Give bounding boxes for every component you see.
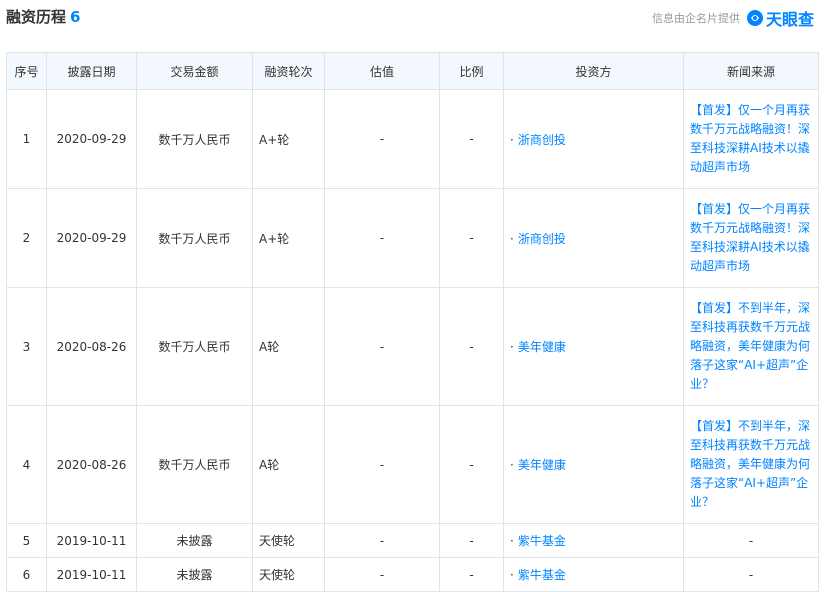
col-header-no: 序号 xyxy=(6,52,47,90)
cell-amount: 数千万人民币 xyxy=(136,405,253,524)
section-title: 融资历程 6 xyxy=(6,6,80,27)
col-header-investor: 投资方 xyxy=(503,52,684,90)
logo-text: 天眼查 xyxy=(765,10,814,29)
cell-round: A轮 xyxy=(252,405,325,524)
table-row: 2 2020-09-29 数千万人民币 A+轮 - - · 浙商创投 【首发】仅一… xyxy=(6,188,819,288)
col-header-valuation: 估值 xyxy=(324,52,440,90)
cell-date: 2020-08-26 xyxy=(46,405,137,524)
cell-investor: · 美年健康 xyxy=(503,405,684,524)
investor-link[interactable]: 浙商创投 xyxy=(518,232,566,246)
cell-ratio: - xyxy=(439,287,504,406)
cell-amount: 数千万人民币 xyxy=(136,89,253,189)
bullet-dot: · xyxy=(510,534,514,548)
cell-ratio: - xyxy=(439,89,504,189)
provider-text: 信息由企名片提供 xyxy=(651,12,740,25)
cell-ratio: - xyxy=(439,405,504,524)
cell-no: 5 xyxy=(6,523,47,558)
col-header-date: 披露日期 xyxy=(46,52,137,90)
cell-valuation: - xyxy=(324,405,440,524)
cell-no: 2 xyxy=(6,188,47,288)
cell-investor: · 紫牛基金 xyxy=(503,523,684,558)
col-header-ratio: 比例 xyxy=(439,52,504,90)
bullet-dot: · xyxy=(510,231,514,246)
financing-table: 序号 披露日期 交易金额 融资轮次 估值 比例 投资方 新闻来源 1 2020-… xyxy=(6,52,819,592)
cell-no: 4 xyxy=(6,405,47,524)
cell-ratio: - xyxy=(439,188,504,288)
cell-amount: 未披露 xyxy=(136,523,253,558)
investor-link[interactable]: 紫牛基金 xyxy=(518,568,566,582)
table-row: 4 2020-08-26 数千万人民币 A轮 - - · 美年健康 【首发】不到半… xyxy=(6,405,819,524)
news-link[interactable]: 【首发】不到半年，深至科技再获数千万元战略融资，美年健康为何落子这家“AI+超声… xyxy=(690,301,810,391)
cell-investor: · 美年健康 xyxy=(503,287,684,406)
tianyancha-logo[interactable]: 天眼查 xyxy=(746,6,814,30)
record-count: 6 xyxy=(70,8,81,26)
col-header-news: 新闻来源 xyxy=(683,52,819,90)
cell-date: 2020-08-26 xyxy=(46,287,137,406)
bullet-dot: · xyxy=(510,568,514,582)
data-provider: 信息由企名片提供 天眼查 xyxy=(652,6,814,30)
cell-news: 【首发】仅一个月再获数千万元战略融资！深至科技深耕AI技术以撬动超声市场 xyxy=(683,89,819,189)
cell-valuation: - xyxy=(324,523,440,558)
cell-investor: · 浙商创投 xyxy=(503,89,684,189)
news-link[interactable]: 【首发】仅一个月再获数千万元战略融资！深至科技深耕AI技术以撬动超声市场 xyxy=(690,202,810,273)
investor-link[interactable]: 美年健康 xyxy=(518,340,566,354)
cell-amount: 数千万人民币 xyxy=(136,188,253,288)
news-link[interactable]: 【首发】仅一个月再获数千万元战略融资！深至科技深耕AI技术以撬动超声市场 xyxy=(690,103,810,174)
bullet-dot: · xyxy=(510,340,514,354)
bullet-dot: · xyxy=(510,132,514,147)
cell-date: 2020-09-29 xyxy=(46,89,137,189)
cell-round: A+轮 xyxy=(252,89,325,189)
cell-date: 2019-10-11 xyxy=(46,523,137,558)
cell-news: 【首发】不到半年，深至科技再获数千万元战略融资，美年健康为何落子这家“AI+超声… xyxy=(683,287,819,406)
cell-valuation: - xyxy=(324,89,440,189)
cell-ratio: - xyxy=(439,523,504,558)
cell-round: 天使轮 xyxy=(252,523,325,558)
col-header-round: 融资轮次 xyxy=(252,52,325,90)
cell-news: 【首发】仅一个月再获数千万元战略融资！深至科技深耕AI技术以撬动超声市场 xyxy=(683,188,819,288)
investor-link[interactable]: 美年健康 xyxy=(518,458,566,472)
cell-amount: 数千万人民币 xyxy=(136,287,253,406)
tianyancha-logo-icon xyxy=(746,10,763,26)
cell-no: 3 xyxy=(6,287,47,406)
investor-link[interactable]: 浙商创投 xyxy=(518,133,566,147)
cell-date: 2020-09-29 xyxy=(46,188,137,288)
table-row: 3 2020-08-26 数千万人民币 A轮 - - · 美年健康 【首发】不到半… xyxy=(6,287,819,406)
cell-valuation: - xyxy=(324,287,440,406)
cell-round: A+轮 xyxy=(252,188,325,288)
table-row: 5 2019-10-11 未披露 天使轮 - - · 紫牛基金 - xyxy=(6,523,819,558)
investor-link[interactable]: 紫牛基金 xyxy=(518,534,566,548)
cell-no: 1 xyxy=(6,89,47,189)
section-header: 融资历程 6 信息由企名片提供 天眼查 xyxy=(0,0,824,36)
bullet-dot: · xyxy=(510,458,514,472)
cell-valuation: - xyxy=(324,188,440,288)
news-link[interactable]: 【首发】不到半年，深至科技再获数千万元战略融资，美年健康为何落子这家“AI+超声… xyxy=(690,419,810,509)
title-text: 融资历程 xyxy=(6,8,67,26)
table-header-row: 序号 披露日期 交易金额 融资轮次 估值 比例 投资方 新闻来源 xyxy=(6,52,819,90)
cell-investor: · 浙商创投 xyxy=(503,188,684,288)
cell-round: A轮 xyxy=(252,287,325,406)
col-header-amount: 交易金额 xyxy=(136,52,253,90)
cell-news: 【首发】不到半年，深至科技再获数千万元战略融资，美年健康为何落子这家“AI+超声… xyxy=(683,405,819,524)
table-row: 1 2020-09-29 数千万人民币 A+轮 - - · 浙商创投 【首发】仅一… xyxy=(6,89,819,189)
cell-news: - xyxy=(683,523,819,558)
